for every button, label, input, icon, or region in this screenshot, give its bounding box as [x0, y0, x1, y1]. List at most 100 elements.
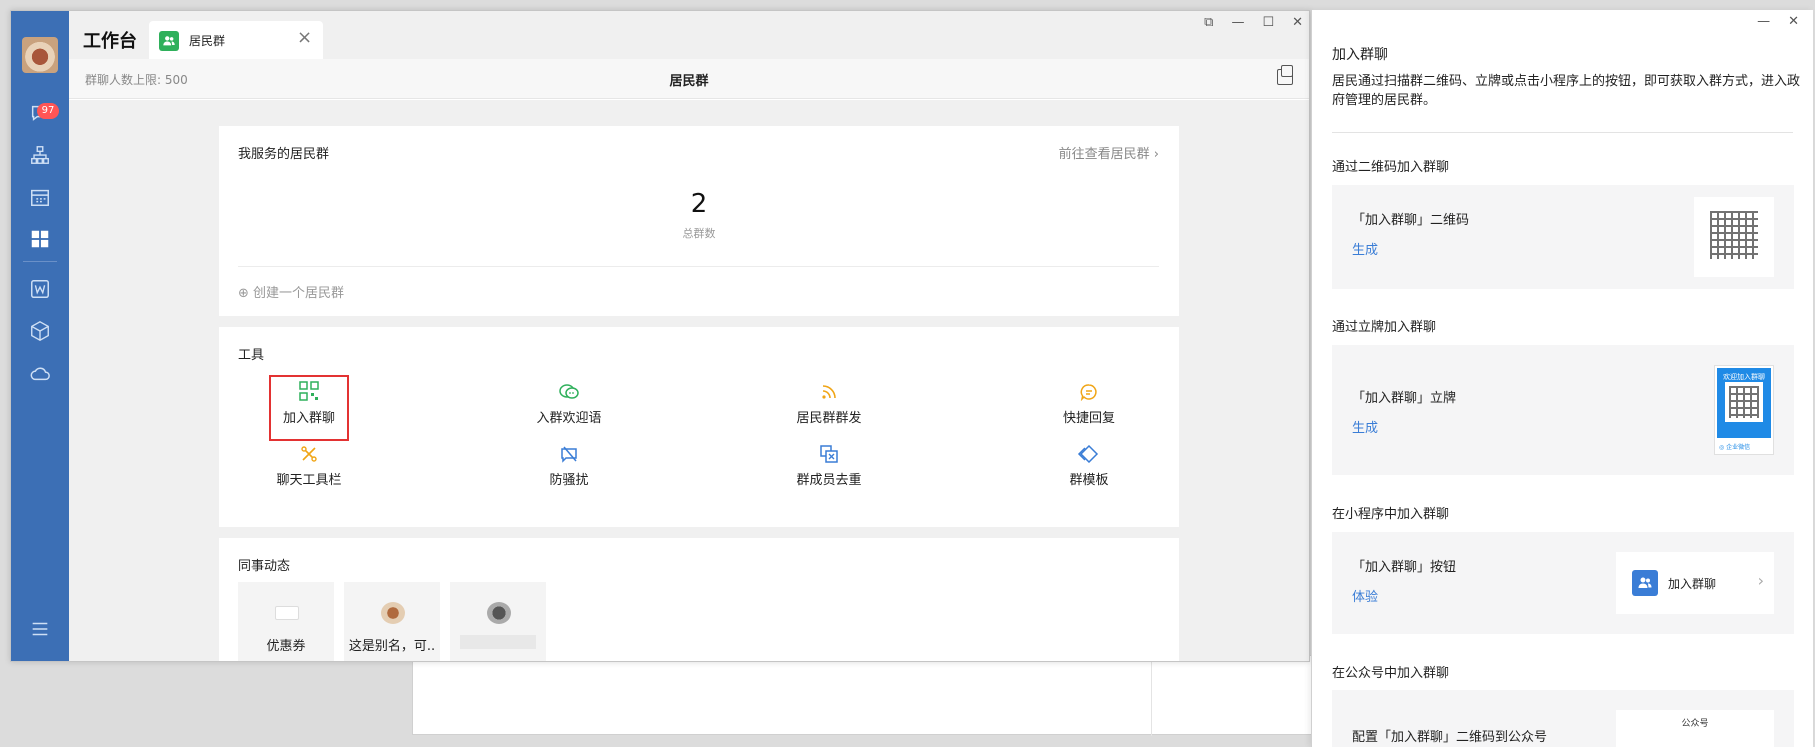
- section-heading: 在小程序中加入群聊: [1332, 507, 1450, 522]
- official-account-preview: 公众号: [1616, 710, 1774, 747]
- create-group-button[interactable]: ⊕ 创建一个居民群: [238, 282, 344, 301]
- open-window-icon[interactable]: [1277, 65, 1293, 85]
- close-icon[interactable]: ×: [297, 27, 312, 48]
- sidebar: 97: [11, 11, 69, 661]
- section-heading: 通过二维码加入群聊: [1332, 160, 1450, 175]
- sidebar-divider: [23, 261, 57, 262]
- tool-label: 聊天工具栏: [276, 473, 342, 488]
- tool-label: 加入群聊: [282, 411, 335, 426]
- tool-anti-harass[interactable]: 防骚扰: [504, 437, 634, 488]
- generate-stand-link[interactable]: 生成: [1352, 417, 1378, 436]
- section-label: 「加入群聊」二维码: [1352, 213, 1470, 228]
- broadcast-icon: [822, 385, 836, 399]
- tool-label: 居民群群发: [796, 411, 862, 426]
- tool-dedupe[interactable]: 群成员去重: [764, 437, 894, 488]
- title-bar: 工作台 居民群 × ⧉ — ☐ ✕: [69, 11, 1309, 59]
- welcome-chat-icon: [559, 384, 579, 399]
- colleague-item-label: 这是别名，可..: [348, 639, 436, 654]
- menu-icon[interactable]: [28, 617, 52, 641]
- avatar[interactable]: [22, 37, 58, 73]
- tool-quick-reply[interactable]: 快捷回复: [1024, 375, 1154, 426]
- tool-label: 群模板: [1069, 473, 1109, 488]
- tool-label: 群成员去重: [796, 473, 862, 488]
- tool-label: 入群欢迎语: [536, 411, 602, 426]
- popout-icon[interactable]: ⧉: [1204, 15, 1213, 30]
- official-account-section: 配置「加入群聊」二维码到公众号 公众号: [1332, 690, 1794, 747]
- divider: [1332, 132, 1793, 133]
- divider: [238, 266, 1159, 267]
- tool-broadcast[interactable]: 居民群群发: [764, 375, 894, 426]
- colleague-card: 同事动态 优惠券 这是别名，可..: [219, 538, 1179, 661]
- background-window: [412, 655, 1312, 736]
- window-controls: ⧉ — ☐ ✕: [1204, 15, 1303, 30]
- qrcode-icon: [1710, 211, 1758, 259]
- stand-section: 「加入群聊」立牌 生成 欢迎加入群聊 ◎ 企业微信: [1332, 345, 1794, 475]
- colleague-item-label: [460, 635, 536, 649]
- cube-icon[interactable]: [28, 319, 52, 343]
- try-button-link[interactable]: 体验: [1352, 586, 1378, 605]
- unread-badge: 97: [37, 103, 59, 119]
- group-subbar: 群聊人数上限: 500 居民群: [69, 59, 1309, 99]
- template-icon: [1077, 445, 1099, 463]
- colleague-item-label: 优惠券: [266, 639, 306, 654]
- plus-circle-icon: ⊕: [238, 286, 249, 301]
- qrcode-icon: [299, 381, 319, 401]
- page-title: 居民群: [669, 74, 709, 89]
- goto-label: 前往查看居民群: [1058, 147, 1150, 162]
- panel-window-controls: — ✕: [1757, 14, 1799, 29]
- colleague-item[interactable]: 优惠券: [238, 582, 334, 661]
- tool-template[interactable]: 群模板: [1024, 437, 1154, 488]
- qrcode-section: 「加入群聊」二维码 生成: [1332, 185, 1794, 289]
- tool-label: 防骚扰: [549, 473, 589, 488]
- official-account-label: 公众号: [1681, 719, 1709, 729]
- colleague-title: 同事动态: [238, 559, 291, 574]
- join-button-preview[interactable]: 加入群聊 ›: [1616, 552, 1774, 614]
- panel-title: 加入群聊: [1332, 47, 1388, 63]
- tools-title: 工具: [238, 348, 265, 363]
- group-count: 2: [690, 189, 708, 219]
- cloud-icon[interactable]: [28, 361, 52, 385]
- chevron-right-icon: ›: [1757, 571, 1764, 590]
- group-icon: [1632, 570, 1658, 596]
- workbench-icon[interactable]: [28, 227, 52, 251]
- group-count-label: 总群数: [682, 227, 716, 240]
- section-heading: 在公众号中加入群聊: [1332, 666, 1450, 681]
- tool-label: 快捷回复: [1062, 411, 1115, 426]
- tool-join-group[interactable]: 加入群聊: [244, 375, 374, 426]
- contacts-icon[interactable]: [28, 143, 52, 167]
- document-icon[interactable]: [28, 277, 52, 301]
- miniprogram-section: 「加入群聊」按钮 体验 加入群聊 ›: [1332, 532, 1794, 634]
- tool-chat-toolbar[interactable]: 聊天工具栏: [244, 437, 374, 488]
- qrcode-icon: [1725, 382, 1763, 422]
- maximize-icon[interactable]: ☐: [1262, 15, 1274, 30]
- dedupe-icon: [820, 445, 838, 463]
- section-label: 「加入群聊」按钮: [1352, 560, 1457, 575]
- tool-welcome-message[interactable]: 入群欢迎语: [504, 375, 634, 426]
- quick-reply-icon: [1080, 384, 1097, 401]
- minimize-icon[interactable]: —: [1757, 14, 1770, 29]
- generate-qrcode-link[interactable]: 生成: [1352, 239, 1378, 258]
- my-groups-title: 我服务的居民群: [238, 147, 330, 162]
- divider: [1151, 656, 1152, 736]
- goto-groups-link[interactable]: 前往查看居民群 ›: [1059, 143, 1159, 162]
- join-group-panel: — ✕ 加入群聊 居民通过扫描群二维码、立牌或点击小程序上的按钮，即可获取入群方…: [1311, 10, 1813, 747]
- tab-resident-group[interactable]: 居民群 ×: [149, 21, 323, 59]
- qrcode-preview: [1694, 197, 1774, 277]
- section-label: 配置「加入群聊」二维码到公众号: [1352, 730, 1548, 745]
- group-icon: [159, 31, 179, 51]
- close-window-icon[interactable]: ✕: [1292, 15, 1303, 30]
- create-group-label: 创建一个居民群: [253, 286, 345, 301]
- tab-label: 居民群: [189, 34, 226, 48]
- coupon-icon: [275, 606, 299, 620]
- colleague-item[interactable]: [450, 582, 546, 661]
- join-button-label: 加入群聊: [1668, 577, 1717, 591]
- my-groups-card: 我服务的居民群 前往查看居民群 › 2 总群数 ⊕ 创建一个居民群: [219, 126, 1179, 316]
- calendar-icon[interactable]: [28, 185, 52, 209]
- section-label: 「加入群聊」立牌: [1352, 391, 1457, 406]
- close-window-icon[interactable]: ✕: [1788, 14, 1799, 29]
- minimize-icon[interactable]: —: [1231, 15, 1244, 30]
- avatar: [381, 602, 405, 624]
- workbench-window: 97 工作台 居民群 × ⧉ — ☐ ✕ 群聊人数上限: 500 居民群 我服务…: [10, 10, 1310, 662]
- colleague-item[interactable]: 这是别名，可..: [344, 582, 440, 661]
- main-content: 我服务的居民群 前往查看居民群 › 2 总群数 ⊕ 创建一个居民群 工具 加入群…: [69, 100, 1309, 661]
